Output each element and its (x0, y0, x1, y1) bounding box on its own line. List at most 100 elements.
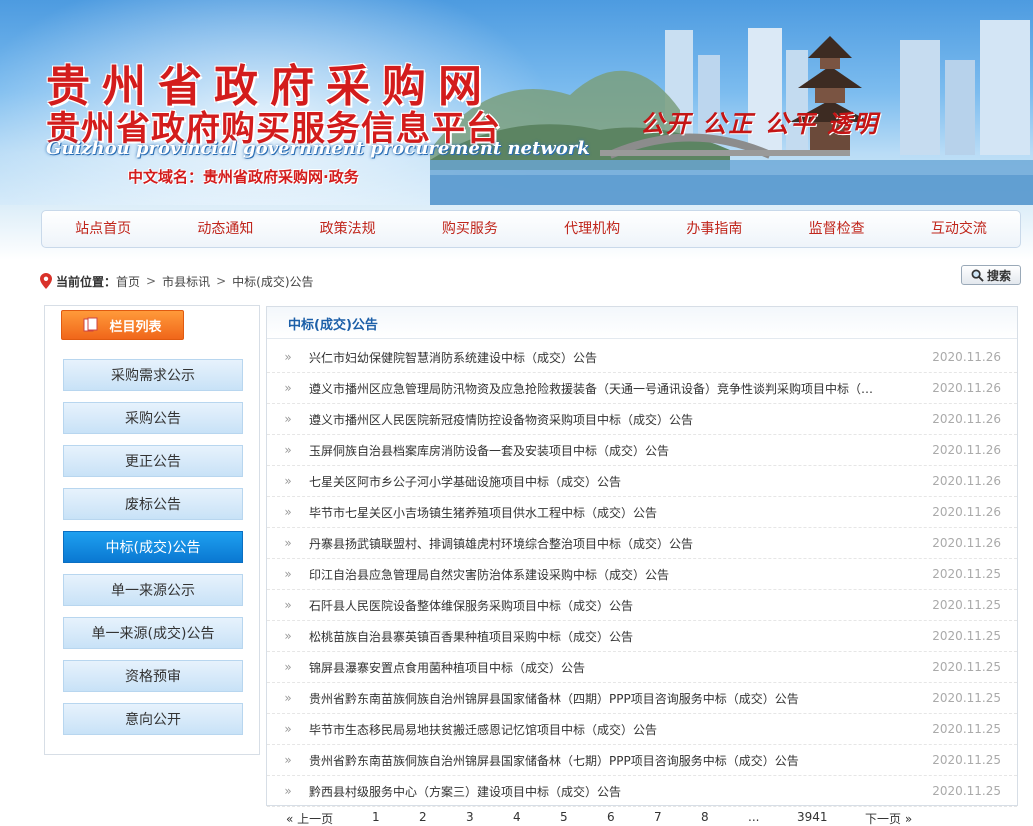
announcement-date: 2020.11.25 (932, 722, 1001, 736)
announcement-date: 2020.11.26 (932, 381, 1001, 395)
page-ellipsis: ... (748, 810, 760, 824)
announcement-title-link[interactable]: 兴仁市妇幼保健院智慧消防系统建设中标（成交）公告 (309, 349, 927, 366)
breadcrumb-home[interactable]: 首页 (116, 273, 140, 290)
announcement-title-link[interactable]: 石阡县人民医院设备整体维保服务采购项目中标（成交）公告 (309, 597, 927, 614)
breadcrumb-separator: > (146, 274, 157, 288)
announcement-title-link[interactable]: 锦屏县瀑寨安置点食用菌种植项目中标（成交）公告 (309, 659, 927, 676)
announcement-date: 2020.11.25 (932, 598, 1001, 612)
announcement-title-link[interactable]: 玉屏侗族自治县档案库房消防设备一套及安装项目中标（成交）公告 (309, 442, 927, 459)
breadcrumb-label: 当前位置： (56, 274, 117, 289)
breadcrumb-current[interactable]: 中标(成交)公告 (232, 273, 313, 290)
nav-item-agencies[interactable]: 代理机构 (531, 210, 653, 248)
sidebar-item-award-notice[interactable]: 中标(成交)公告 (63, 531, 243, 563)
double-chevron-right-icon: » (284, 598, 292, 612)
prev-page-link[interactable]: « 上一页 (286, 810, 333, 826)
nav-item-policies[interactable]: 政策法规 (287, 210, 409, 248)
nav-item-home[interactable]: 站点首页 (42, 210, 164, 248)
double-chevron-right-icon: » (284, 505, 292, 519)
sidebar-item-procurement-demand[interactable]: 采购需求公示 (63, 359, 243, 391)
announcement-row[interactable]: » 贵州省黔东南苗族侗族自治州锦屏县国家储备林（四期）PPP项目咨询服务中标（成交… (267, 683, 1017, 714)
announcement-title-link[interactable]: 毕节市七星关区小吉场镇生猪养殖项目供水工程中标（成交）公告 (309, 504, 927, 521)
sidebar-item-correction-notice[interactable]: 更正公告 (63, 445, 243, 477)
nav-item-notices[interactable]: 动态通知 (164, 210, 286, 248)
double-chevron-right-icon: » (284, 443, 292, 457)
double-chevron-right-icon: » (284, 629, 292, 643)
double-chevron-right-icon: » (284, 691, 292, 705)
page-link-last[interactable]: 3941 (797, 810, 828, 824)
double-chevron-right-icon: » (284, 753, 292, 767)
announcement-list: » 兴仁市妇幼保健院智慧消防系统建设中标（成交）公告 2020.11.26 » 遵义市播… (267, 342, 1017, 807)
announcement-row[interactable]: » 锦屏县瀑寨安置点食用菌种植项目中标（成交）公告 2020.11.25 (267, 652, 1017, 683)
nav-item-guide[interactable]: 办事指南 (653, 210, 775, 248)
page-link-2[interactable]: 2 (419, 810, 427, 824)
announcement-row[interactable]: » 兴仁市妇幼保健院智慧消防系统建设中标（成交）公告 2020.11.26 (267, 342, 1017, 373)
announcement-row[interactable]: » 毕节市生态移民局易地扶贫搬迁感恩记忆馆项目中标（成交）公告 2020.11.25 (267, 714, 1017, 745)
sidebar-item-cancelled-bid[interactable]: 废标公告 (63, 488, 243, 520)
announcement-title-link[interactable]: 印江自治县应急管理局自然灾害防治体系建设采购中标（成交）公告 (309, 566, 927, 583)
double-chevron-right-icon: » (284, 567, 292, 581)
double-chevron-right-icon: » (284, 412, 292, 426)
announcement-date: 2020.11.25 (932, 629, 1001, 643)
column-list-sidebar: 栏目列表 采购需求公示 采购公告 更正公告 废标公告 中标(成交)公告 单一来源… (44, 305, 260, 755)
breadcrumb-city-bids[interactable]: 市县标讯 (162, 273, 210, 290)
announcement-date: 2020.11.25 (932, 567, 1001, 581)
page-link-3[interactable]: 3 (466, 810, 474, 824)
double-chevron-right-icon: » (284, 474, 292, 488)
announcement-row[interactable]: » 遵义市播州区人民医院新冠疫情防控设备物资采购项目中标（成交）公告 2020.11… (267, 404, 1017, 435)
announcement-row[interactable]: » 玉屏侗族自治县档案库房消防设备一套及安装项目中标（成交）公告 2020.11.2… (267, 435, 1017, 466)
main-nav: 站点首页 动态通知 政策法规 购买服务 代理机构 办事指南 监督检查 互动交流 (41, 210, 1021, 248)
announcement-title-link[interactable]: 贵州省黔东南苗族侗族自治州锦屏县国家储备林（七期）PPP项目咨询服务中标（成交）… (309, 752, 927, 769)
announcement-title-link[interactable]: 黔西县村级服务中心（方案三）建设项目中标（成交）公告 (309, 783, 927, 800)
announcement-title-link[interactable]: 毕节市生态移民局易地扶贫搬迁感恩记忆馆项目中标（成交）公告 (309, 721, 927, 738)
announcement-title-link[interactable]: 松桃苗族自治县寨英镇百香果种植项目采购中标（成交）公告 (309, 628, 927, 645)
breadcrumb-separator: > (216, 274, 227, 288)
page-link-7[interactable]: 7 (654, 810, 662, 824)
nav-item-interaction[interactable]: 互动交流 (898, 210, 1020, 248)
announcement-row[interactable]: » 印江自治县应急管理局自然灾害防治体系建设采购中标（成交）公告 2020.11.2… (267, 559, 1017, 590)
city-skyline-illustration (430, 20, 1033, 205)
announcement-title-link[interactable]: 遵义市播州区应急管理局防汛物资及应急抢险救援装备（天通一号通讯设备）竞争性谈判采… (309, 380, 927, 397)
announcement-date: 2020.11.25 (932, 784, 1001, 798)
announcement-row[interactable]: » 贵州省黔东南苗族侗族自治州锦屏县国家储备林（七期）PPP项目咨询服务中标（成交… (267, 745, 1017, 776)
search-button-label: 搜索 (986, 268, 1011, 283)
double-chevron-right-icon: » (284, 536, 292, 550)
sidebar-item-intent-disclosure[interactable]: 意向公开 (63, 703, 243, 735)
sidebar-item-single-source[interactable]: 单一来源公示 (63, 574, 243, 606)
announcement-date: 2020.11.25 (932, 753, 1001, 767)
announcement-date: 2020.11.25 (932, 691, 1001, 705)
double-chevron-right-icon: » (284, 722, 292, 736)
sidebar-item-procurement-notice[interactable]: 采购公告 (63, 402, 243, 434)
page-link-1[interactable]: 1 (372, 810, 380, 824)
announcement-row[interactable]: » 丹寨县扬武镇联盟村、排调镇雄虎村环境综合整治项目中标（成交）公告 2020.11… (267, 528, 1017, 559)
announcement-date: 2020.11.26 (932, 474, 1001, 488)
announcement-title-link[interactable]: 丹寨县扬武镇联盟村、排调镇雄虎村环境综合整治项目中标（成交）公告 (309, 535, 927, 552)
announcement-row[interactable]: » 毕节市七星关区小吉场镇生猪养殖项目供水工程中标（成交）公告 2020.11.26 (267, 497, 1017, 528)
sidebar-item-single-source-award[interactable]: 单一来源(成交)公告 (63, 617, 243, 649)
announcement-row[interactable]: » 石阡县人民医院设备整体维保服务采购项目中标（成交）公告 2020.11.25 (267, 590, 1017, 621)
announcement-date: 2020.11.25 (932, 660, 1001, 674)
breadcrumb: 当前位置： 首页 > 市县标讯 > 中标(成交)公告 (40, 272, 314, 290)
announcement-date: 2020.11.26 (932, 412, 1001, 426)
document-icon (83, 317, 98, 332)
next-page-link[interactable]: 下一页 » (865, 810, 912, 826)
list-title: 中标(成交)公告 (267, 307, 1017, 339)
announcement-title-link[interactable]: 七星关区阿市乡公子河小学基础设施项目中标（成交）公告 (309, 473, 927, 490)
page-link-6[interactable]: 6 (607, 810, 615, 824)
sidebar-item-prequalification[interactable]: 资格预审 (63, 660, 243, 692)
page-link-4[interactable]: 4 (513, 810, 521, 824)
announcement-row[interactable]: » 遵义市播州区应急管理局防汛物资及应急抢险救援装备（天通一号通讯设备）竞争性谈判… (267, 373, 1017, 404)
page-link-8[interactable]: 8 (701, 810, 709, 824)
announcement-date: 2020.11.26 (932, 536, 1001, 550)
double-chevron-right-icon: » (284, 784, 292, 798)
page-link-5[interactable]: 5 (560, 810, 568, 824)
search-button[interactable]: 搜索 (961, 265, 1021, 285)
announcement-list-panel: 中标(成交)公告 » 兴仁市妇幼保健院智慧消防系统建设中标（成交）公告 2020.1… (266, 306, 1018, 807)
announcement-row[interactable]: » 七星关区阿市乡公子河小学基础设施项目中标（成交）公告 2020.11.26 (267, 466, 1017, 497)
announcement-row[interactable]: » 松桃苗族自治县寨英镇百香果种植项目采购中标（成交）公告 2020.11.25 (267, 621, 1017, 652)
nav-item-purchase-services[interactable]: 购买服务 (409, 210, 531, 248)
announcement-title-link[interactable]: 遵义市播州区人民医院新冠疫情防控设备物资采购项目中标（成交）公告 (309, 411, 927, 428)
nav-item-supervision[interactable]: 监督检查 (776, 210, 898, 248)
announcement-row[interactable]: » 黔西县村级服务中心（方案三）建设项目中标（成交）公告 2020.11.25 (267, 776, 1017, 807)
search-icon (971, 269, 984, 282)
announcement-title-link[interactable]: 贵州省黔东南苗族侗族自治州锦屏县国家储备林（四期）PPP项目咨询服务中标（成交）… (309, 690, 927, 707)
